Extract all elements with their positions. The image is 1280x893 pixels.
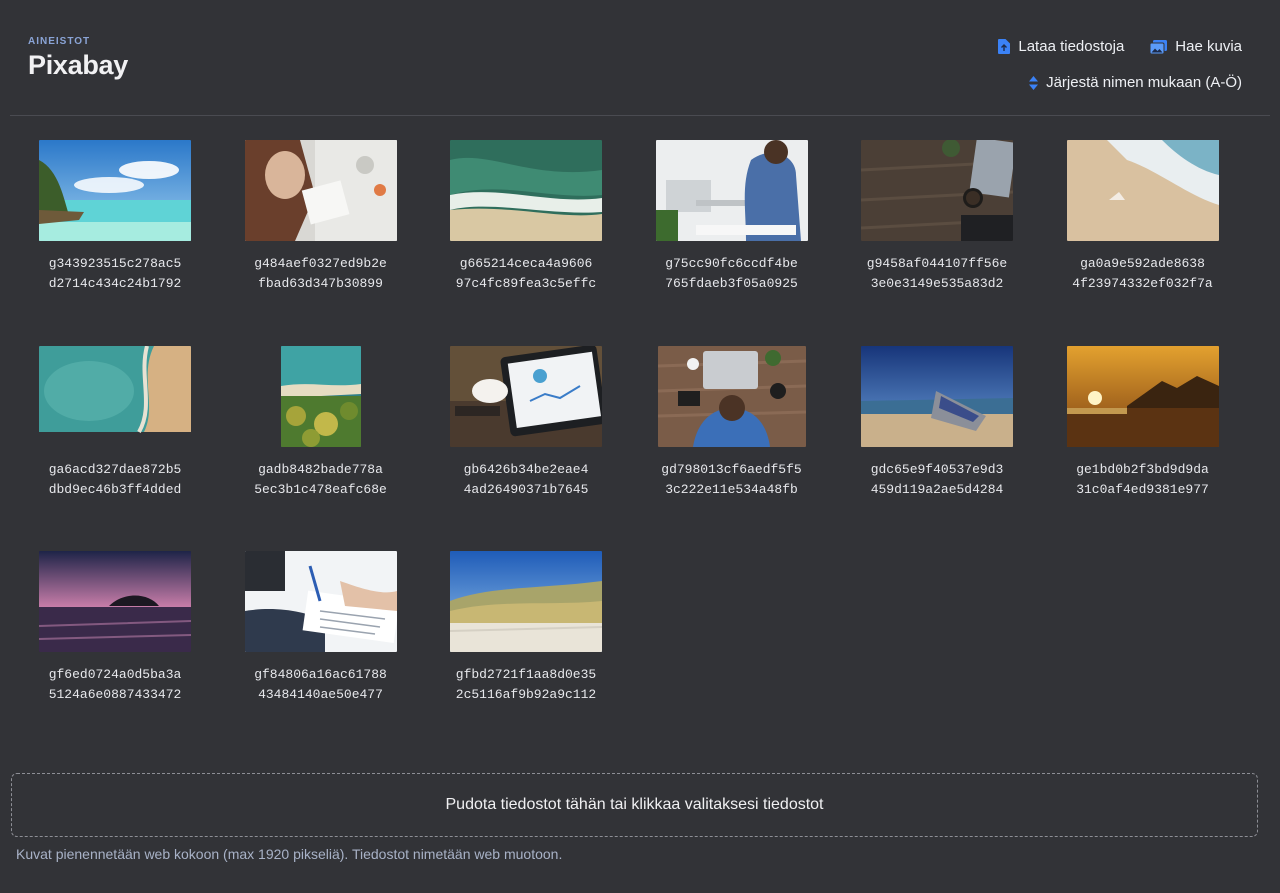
file-name-line: gdc65e9f40537e9d3 <box>870 461 1004 477</box>
file-name-line: gf6ed0724a0d5ba3a <box>48 667 182 682</box>
file-thumbnail[interactable] <box>629 140 835 241</box>
file-card[interactable]: gf6ed0724a0d5ba3a 5124a6e0887433472 <box>12 551 218 741</box>
file-card[interactable]: gdc65e9f40537e9d3 459d119a2ae5d4284 <box>834 345 1040 536</box>
header-divider <box>10 115 1270 116</box>
file-thumbnail[interactable] <box>218 551 424 652</box>
file-card[interactable]: g9458af044107ff56e 3e0e3149e535a83d2 <box>834 140 1040 330</box>
file-name: gd798013cf6aedf5f5 3c222e11e534a48fb <box>629 460 835 500</box>
file-name-line: ge1bd0b2f3bd9d9da <box>1076 461 1209 477</box>
file-name-line: g665214ceca4a9606 <box>459 256 593 271</box>
file-name-line: gadb8482bade778a <box>258 461 383 477</box>
file-name-line: fbad63d347b30899 <box>258 276 383 291</box>
file-thumbnail[interactable] <box>423 345 629 447</box>
file-name: gb6426b34be2eae4 4ad26490371b7645 <box>423 460 629 500</box>
file-name-line: gb6426b34be2eae4 <box>463 461 589 477</box>
file-name-line: 3c222e11e534a48fb <box>665 481 798 497</box>
file-name-line: 4ad26490371b7645 <box>463 481 589 497</box>
file-name-line: 97c4fc89fea3c5effc <box>455 276 597 291</box>
file-thumbnail[interactable] <box>12 551 218 652</box>
header-actions: Lataa tiedostoja Hae kuvia <box>998 38 1242 55</box>
search-images-label: Hae kuvia <box>1175 38 1242 55</box>
file-name: ga0a9e592ade8638 4f23974332ef032f7a <box>1040 254 1246 294</box>
upload-note: Kuvat pienennetään web kokoon (max 1920 … <box>16 846 563 862</box>
file-name: gfbd2721f1aa8d0e35 2c5116af9b92a9c112 <box>423 665 629 705</box>
file-card[interactable]: g75cc90fc6ccdf4be 765fdaeb3f05a0925 <box>629 140 835 330</box>
file-name: g343923515c278ac5 d2714c434c24b1792 <box>12 254 218 294</box>
page-title: Pixabay <box>28 50 128 80</box>
file-thumbnail[interactable] <box>1040 345 1246 447</box>
page-header: AINEISTOT Pixabay Lataa tiedostoja Hae k… <box>0 0 1280 116</box>
sort-icon <box>1029 75 1039 90</box>
file-name: g484aef0327ed9b2e fbad63d347b30899 <box>218 254 424 294</box>
file-card[interactable]: gfbd2721f1aa8d0e35 2c5116af9b92a9c112 <box>423 551 629 741</box>
file-name: gf84806a16ac61788 43484140ae50e477 <box>218 665 424 705</box>
file-card[interactable]: gf84806a16ac61788 43484140ae50e477 <box>218 551 424 741</box>
file-name: gf6ed0724a0d5ba3a 5124a6e0887433472 <box>12 665 218 705</box>
file-card[interactable]: ga6acd327dae872b5 dbd9ec46b3ff4dded <box>12 345 218 536</box>
file-name: g9458af044107ff56e 3e0e3149e535a83d2 <box>834 254 1040 294</box>
file-name: gadb8482bade778a 5ec3b1c478eafc68e <box>218 460 424 500</box>
file-name-line: 4f23974332ef032f7a <box>1072 276 1213 291</box>
file-thumbnail[interactable] <box>834 140 1040 241</box>
file-thumbnail[interactable] <box>423 551 629 652</box>
file-name: ge1bd0b2f3bd9d9da 31c0af4ed9381e977 <box>1040 460 1246 500</box>
file-thumbnail[interactable] <box>12 345 218 447</box>
upload-files-button[interactable]: Lataa tiedostoja <box>998 38 1124 55</box>
file-card[interactable]: g343923515c278ac5 d2714c434c24b1792 <box>12 140 218 330</box>
file-name-line: g484aef0327ed9b2e <box>254 256 387 271</box>
file-name-line: d2714c434c24b1792 <box>48 276 182 291</box>
file-card[interactable]: ga0a9e592ade8638 4f23974332ef032f7a <box>1040 140 1246 330</box>
file-card[interactable]: ge1bd0b2f3bd9d9da 31c0af4ed9381e977 <box>1040 345 1246 536</box>
file-name-line: dbd9ec46b3ff4dded <box>48 481 182 497</box>
sort-label: Järjestä nimen mukaan (A-Ö) <box>1046 74 1242 91</box>
file-name-line: gf84806a16ac61788 <box>254 667 387 682</box>
file-name-line: g9458af044107ff56e <box>866 256 1008 271</box>
images-icon <box>1150 39 1168 54</box>
file-name-line: 5ec3b1c478eafc68e <box>254 481 387 497</box>
file-thumbnail[interactable] <box>629 345 835 447</box>
file-name: g665214ceca4a9606 97c4fc89fea3c5effc <box>423 254 629 294</box>
file-name-line: 31c0af4ed9381e977 <box>1076 481 1209 497</box>
file-card[interactable]: gb6426b34be2eae4 4ad26490371b7645 <box>423 345 629 536</box>
file-card[interactable]: gadb8482bade778a 5ec3b1c478eafc68e <box>218 345 424 536</box>
file-thumbnail[interactable] <box>423 140 629 241</box>
file-name: g75cc90fc6ccdf4be 765fdaeb3f05a0925 <box>629 254 835 294</box>
file-name-line: ga0a9e592ade8638 <box>1080 256 1205 271</box>
file-name-line: 765fdaeb3f05a0925 <box>665 276 798 291</box>
search-images-button[interactable]: Hae kuvia <box>1150 38 1242 55</box>
file-thumbnail[interactable] <box>834 345 1040 447</box>
section-eyebrow: AINEISTOT <box>28 36 91 47</box>
file-name: gdc65e9f40537e9d3 459d119a2ae5d4284 <box>834 460 1040 500</box>
file-name: ga6acd327dae872b5 dbd9ec46b3ff4dded <box>12 460 218 500</box>
file-name-line: gfbd2721f1aa8d0e35 <box>455 667 597 682</box>
file-name-line: 43484140ae50e477 <box>258 687 383 702</box>
file-name-line: 2c5116af9b92a9c112 <box>455 687 597 702</box>
file-name-line: ga6acd327dae872b5 <box>48 461 182 477</box>
file-upload-icon <box>998 39 1011 54</box>
file-card[interactable]: g665214ceca4a9606 97c4fc89fea3c5effc <box>423 140 629 330</box>
sort-by-name-button[interactable]: Järjestä nimen mukaan (A-Ö) <box>1029 74 1242 91</box>
file-dropzone[interactable]: Pudota tiedostot tähän tai klikkaa valit… <box>11 773 1258 837</box>
file-name-line: g343923515c278ac5 <box>48 256 182 271</box>
file-card[interactable]: gd798013cf6aedf5f5 3c222e11e534a48fb <box>629 345 835 536</box>
file-name-line: 459d119a2ae5d4284 <box>870 481 1004 497</box>
file-thumbnail[interactable] <box>218 140 424 241</box>
file-thumbnail[interactable] <box>12 140 218 241</box>
file-name-line: g75cc90fc6ccdf4be <box>665 256 798 271</box>
file-name-line: 5124a6e0887433472 <box>48 687 182 702</box>
file-name-line: gd798013cf6aedf5f5 <box>661 461 802 477</box>
upload-files-label: Lataa tiedostoja <box>1018 38 1125 55</box>
file-card[interactable]: g484aef0327ed9b2e fbad63d347b30899 <box>218 140 424 330</box>
file-thumbnail[interactable] <box>218 345 424 447</box>
file-thumbnail[interactable] <box>1040 140 1246 241</box>
file-name-line: 3e0e3149e535a83d2 <box>870 276 1004 291</box>
